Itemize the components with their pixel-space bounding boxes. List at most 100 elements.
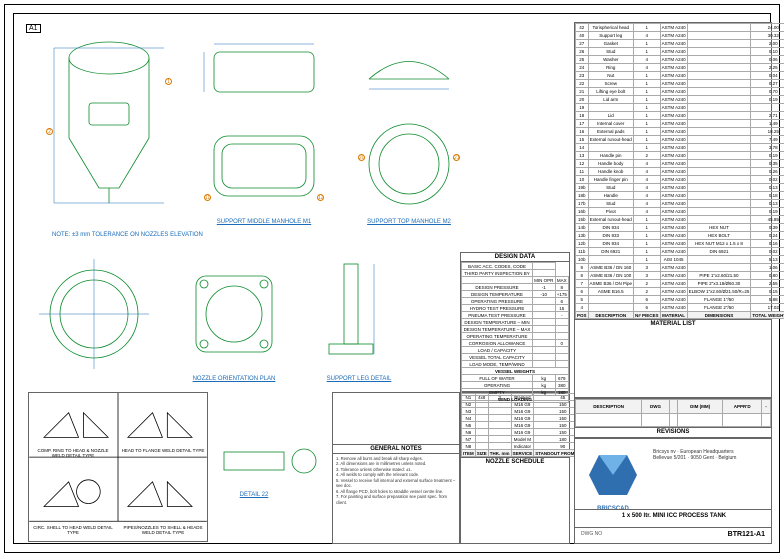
material-cell: 2.00 bbox=[751, 40, 784, 48]
material-cell: PIPE 1"x2.60/21.50 bbox=[687, 272, 751, 280]
material-cell bbox=[687, 96, 751, 104]
material-cell: 1 bbox=[634, 128, 661, 136]
material-cell: 2.71 bbox=[751, 112, 784, 120]
design-cell: HYDRO TEST PRESSURE bbox=[462, 305, 533, 312]
view-vessel-elevation: 1 2 bbox=[44, 28, 174, 208]
material-cell bbox=[687, 72, 751, 80]
nozzle-cell: N3 bbox=[462, 408, 476, 415]
material-cell: 0.13 bbox=[751, 184, 784, 192]
nozzle-cell: N6 bbox=[462, 429, 476, 436]
material-cell: External runout-head bbox=[588, 216, 634, 224]
material-cell: ASTM A240 bbox=[660, 296, 687, 304]
nozzle-cell bbox=[488, 429, 511, 436]
design-cell bbox=[555, 361, 568, 368]
material-cell: 16b bbox=[576, 208, 589, 216]
material-cell: 18.25 bbox=[751, 128, 784, 136]
material-cell: ASTM A240 bbox=[660, 224, 687, 232]
material-cell: Pivot bbox=[588, 208, 634, 216]
nozzle-cell bbox=[488, 408, 511, 415]
general-note-line: 5. Vessel to receive full internal and e… bbox=[336, 478, 456, 489]
material-cell: Lid arm bbox=[588, 96, 634, 104]
material-cell bbox=[687, 80, 751, 88]
material-cell: Handle finger pin bbox=[588, 176, 634, 184]
design-cell: BASIC ACC. CODES, CODE bbox=[462, 263, 533, 270]
design-cell bbox=[555, 347, 568, 354]
material-cell: 1 bbox=[634, 88, 661, 96]
material-cell: Ring bbox=[588, 64, 634, 72]
material-cell: 3.78 bbox=[751, 144, 784, 152]
material-cell: 4 bbox=[634, 200, 661, 208]
material-cell: 15b bbox=[576, 216, 589, 224]
material-cell: Stud bbox=[588, 184, 634, 192]
material-cell: ASTM A240 bbox=[660, 72, 687, 80]
material-cell: 4 bbox=[634, 168, 661, 176]
design-cell: LOAD / CAPACITY bbox=[462, 347, 533, 354]
material-cell bbox=[687, 136, 751, 144]
material-cell: 0.13 bbox=[751, 200, 784, 208]
material-cell: 6 bbox=[576, 288, 589, 296]
design-cell: OPERATING PRESSURE bbox=[462, 298, 533, 305]
material-cell bbox=[687, 152, 751, 160]
design-cell bbox=[533, 354, 556, 361]
material-cell: ASME B16.5 bbox=[588, 288, 634, 296]
material-cell: ELBOW 1"x2.60/Ø21.50/R=25 bbox=[687, 288, 751, 296]
material-cell: 24.00 bbox=[751, 24, 784, 32]
material-cell: 15 bbox=[576, 136, 589, 144]
material-cell: 4 bbox=[634, 32, 661, 40]
material-cell bbox=[588, 304, 634, 312]
material-cell: Handle body bbox=[588, 160, 634, 168]
material-cell: 1 bbox=[634, 144, 661, 152]
material-cell: 11 bbox=[576, 168, 589, 176]
material-cell: ASTM A240 bbox=[660, 168, 687, 176]
material-cell: ASTM A240 bbox=[660, 288, 687, 296]
material-cell: 7.49 bbox=[751, 136, 784, 144]
material-cell: DIN 934 bbox=[588, 224, 634, 232]
material-cell: 4 bbox=[634, 56, 661, 64]
material-cell: 0.02 bbox=[751, 176, 784, 184]
nozzle-cell: M16 G9 bbox=[511, 422, 534, 429]
material-cell bbox=[687, 48, 751, 56]
material-cell bbox=[687, 88, 751, 96]
design-cell bbox=[533, 305, 556, 312]
company-address: Bricsys nv · European Headquarters Belle… bbox=[653, 449, 769, 461]
nozzle-schedule-upper bbox=[332, 392, 460, 444]
material-cell: DIN 933 bbox=[588, 232, 634, 240]
material-cell: 26 bbox=[576, 48, 589, 56]
material-cell: External runout-head bbox=[588, 136, 634, 144]
material-cell: Stud bbox=[588, 200, 634, 208]
material-cell: 0.06 bbox=[751, 56, 784, 64]
material-cell: 1 bbox=[634, 40, 661, 48]
material-cell: ASTM A240 bbox=[660, 24, 687, 32]
material-cell: ASTM A240 bbox=[660, 200, 687, 208]
design-cell bbox=[533, 319, 556, 326]
nozzle-cell bbox=[475, 443, 488, 450]
material-cell bbox=[687, 256, 751, 264]
material-cell: Internal cover bbox=[588, 120, 634, 128]
material-list-block: 42Torispherical head1ASTM A24024.0040Sup… bbox=[574, 22, 772, 398]
material-cell: 5.88 bbox=[751, 296, 784, 304]
material-cell: 22 bbox=[576, 80, 589, 88]
material-cell: PIPE 2"x3.18/Ø60.30 bbox=[687, 280, 751, 288]
material-cell: 16 bbox=[576, 128, 589, 136]
material-cell: 14b bbox=[576, 224, 589, 232]
design-cell: LOAD MODE, TEMP/WIND bbox=[462, 361, 533, 368]
logo-block: BRICSCAD bbox=[579, 445, 647, 505]
material-cell: 1 bbox=[634, 120, 661, 128]
general-note-line: 7. For painting and surface preparation … bbox=[336, 494, 456, 505]
view-head-plan bbox=[34, 254, 154, 374]
material-cell: DIN 6921 bbox=[588, 248, 634, 256]
design-cell: - bbox=[555, 312, 568, 319]
design-cell bbox=[533, 263, 556, 270]
material-cell bbox=[687, 32, 751, 40]
design-cell: CORROSION ALLOWANCE bbox=[462, 340, 533, 347]
material-cell: 0.27 bbox=[751, 80, 784, 88]
material-cell bbox=[687, 104, 751, 112]
caption-nozzle-plan: NOZZLE ORIENTATION PLAN bbox=[189, 376, 279, 382]
nozzle-schedule-title: NOZZLE SCHEDULE bbox=[461, 457, 569, 466]
view-support-leg bbox=[314, 254, 404, 374]
design-cell bbox=[533, 326, 556, 333]
material-cell: 1 bbox=[634, 24, 661, 32]
inner-border: A1 1 2 11 12 bbox=[13, 13, 771, 544]
sheet-tag: A1 bbox=[26, 24, 41, 33]
material-cell: 4 bbox=[634, 64, 661, 72]
